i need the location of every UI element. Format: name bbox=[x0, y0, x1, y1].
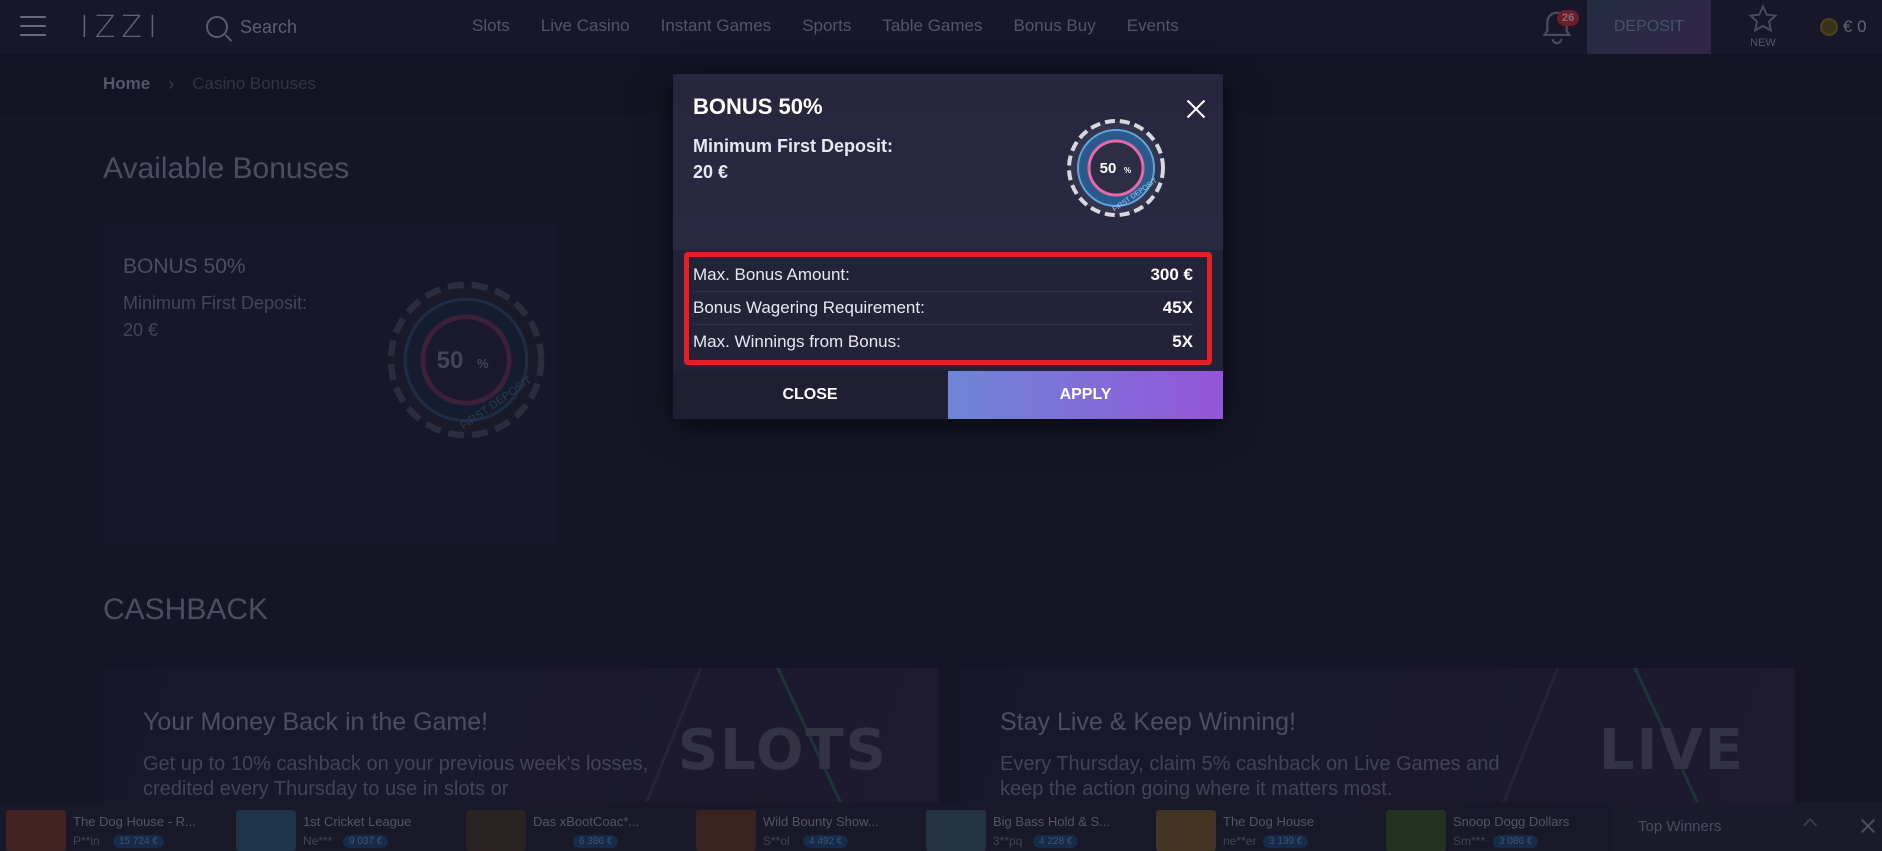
modal-min-label: Minimum First Deposit: bbox=[693, 136, 894, 156]
terms-row: Bonus Wagering Requirement: 45X bbox=[693, 292, 1193, 325]
apply-button[interactable]: APPLY bbox=[948, 371, 1223, 419]
modal-min-amount: 20 € bbox=[693, 162, 729, 182]
terms-row: Max. Bonus Amount: 300 € bbox=[693, 259, 1193, 292]
bonus-terms-table: Max. Bonus Amount: 300 € Bonus Wagering … bbox=[684, 252, 1212, 365]
terms-value: 5X bbox=[1172, 331, 1193, 351]
bonus-chip-icon: 50 % FIRST DEPOSIT bbox=[1067, 119, 1165, 217]
modal-header: BONUS 50% Minimum First Deposit: 20 € 50… bbox=[673, 74, 1223, 250]
terms-value: 300 € bbox=[1150, 265, 1193, 284]
close-button[interactable]: CLOSE bbox=[673, 371, 947, 419]
terms-row: Max. Winnings from Bonus: 5X bbox=[693, 325, 1193, 358]
terms-label: Bonus Wagering Requirement: bbox=[693, 298, 925, 317]
chip-percent-sign: % bbox=[1124, 166, 1131, 175]
terms-label: Max. Bonus Amount: bbox=[693, 265, 850, 284]
modal-title: BONUS 50% bbox=[693, 94, 823, 119]
close-icon[interactable] bbox=[1183, 96, 1209, 122]
bonus-modal: BONUS 50% Minimum First Deposit: 20 € 50… bbox=[673, 74, 1223, 419]
terms-value: 45X bbox=[1162, 298, 1193, 317]
chip-percent: 50 bbox=[1100, 160, 1117, 177]
terms-label: Max. Winnings from Bonus: bbox=[693, 331, 901, 351]
